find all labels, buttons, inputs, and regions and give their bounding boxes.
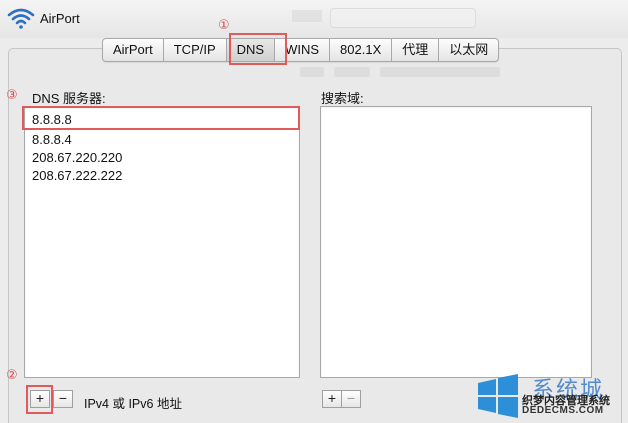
window-title: AirPort <box>40 11 80 26</box>
list-item[interactable]: 8.8.8.4 <box>32 132 72 147</box>
dns-tab-highlight <box>229 33 287 65</box>
tab-airport[interactable]: AirPort <box>103 39 164 61</box>
list-item[interactable]: 208.67.222.222 <box>32 168 122 183</box>
tab-bar: AirPort TCP/IP DNS WINS 802.1X 代理 以太网 <box>102 38 500 62</box>
tab-tcpip[interactable]: TCP/IP <box>164 39 227 61</box>
tab-ethernet[interactable]: 以太网 <box>439 39 498 61</box>
wifi-icon <box>7 8 35 29</box>
tab-8021x[interactable]: 802.1X <box>330 39 393 61</box>
background-label <box>292 10 322 22</box>
dns-servers-label: DNS 服务器: <box>32 91 106 106</box>
background-select <box>330 8 476 28</box>
add-search-domain-button[interactable]: + <box>322 390 342 408</box>
search-domain-list[interactable] <box>320 106 592 378</box>
step-marker-2: ② <box>6 368 18 383</box>
step-marker-3: ③ <box>6 88 18 103</box>
search-button-group: + − <box>322 390 361 408</box>
watermark-url: DEDECMS.COM <box>522 405 604 416</box>
tab-proxy[interactable]: 代理 <box>392 39 440 61</box>
step-marker-1: ① <box>218 18 230 33</box>
address-hint: IPv4 或 IPv6 地址 <box>84 397 182 411</box>
remove-search-domain-button[interactable]: − <box>341 390 361 408</box>
add-button-highlight <box>26 385 53 414</box>
search-domains-label: 搜索域: <box>321 91 364 106</box>
list-item[interactable]: 208.67.220.220 <box>32 150 122 165</box>
dns-server-list[interactable]: 8.8.8.8 8.8.8.4 208.67.220.220 208.67.22… <box>24 106 300 378</box>
background-row <box>300 64 600 80</box>
title-bar: AirPort <box>0 0 628 38</box>
remove-dns-button[interactable]: − <box>53 390 73 408</box>
windows-logo-icon <box>478 374 518 418</box>
dns-entry-highlight <box>22 106 300 130</box>
